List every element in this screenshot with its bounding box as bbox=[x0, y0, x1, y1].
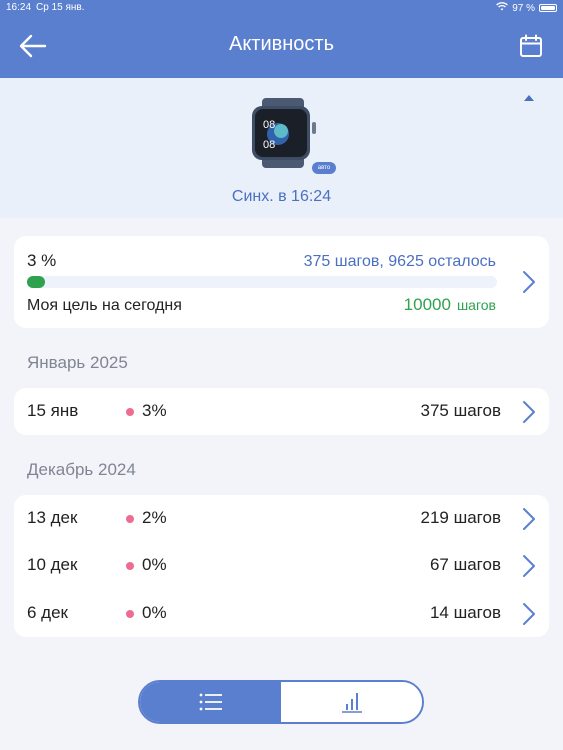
goal-steps-remaining: 375 шагов, 9625 осталось bbox=[303, 253, 496, 270]
calendar-button[interactable] bbox=[519, 34, 543, 58]
goal-label: Моя цель на сегодня bbox=[27, 297, 182, 314]
svg-text:08: 08 bbox=[263, 119, 275, 131]
wifi-icon bbox=[496, 2, 509, 14]
day-steps: 14 шагов bbox=[429, 603, 501, 622]
day-list-january: 15 янв 3% 375 шагов bbox=[14, 388, 549, 435]
chevron-right-icon bbox=[523, 603, 535, 625]
battery-icon bbox=[539, 4, 557, 12]
goal-target-value: 10000 bbox=[403, 295, 451, 314]
auto-badge: авто bbox=[312, 162, 336, 174]
status-time: 16:24 bbox=[6, 2, 32, 13]
app-header: 16:24 Ср 15 янв. 97 % Активность bbox=[0, 0, 563, 78]
sync-status: Синх. в 16:24 bbox=[231, 188, 332, 205]
device-panel: 08 08 авто Синх. в 16:24 bbox=[0, 78, 563, 218]
goal-target-unit: шагов bbox=[456, 297, 496, 313]
smartwatch-image: 08 08 bbox=[248, 98, 320, 168]
day-date: 15 янв bbox=[27, 401, 79, 420]
svg-text:08: 08 bbox=[263, 139, 275, 151]
day-steps: 67 шагов bbox=[429, 555, 501, 574]
bottom-bar bbox=[0, 660, 563, 750]
status-date: Ср 15 янв. bbox=[36, 2, 85, 13]
status-dot bbox=[126, 610, 134, 618]
status-dot bbox=[126, 515, 134, 523]
day-percent: 2% bbox=[142, 508, 167, 527]
day-percent: 3% bbox=[142, 401, 167, 420]
day-row[interactable]: 6 дек 0% 14 шагов bbox=[14, 590, 549, 637]
battery-percent: 97 % bbox=[512, 2, 535, 14]
view-toggle bbox=[138, 680, 424, 724]
bar-chart-icon bbox=[341, 693, 362, 713]
day-date: 10 дек bbox=[27, 555, 78, 574]
day-steps: 375 шагов bbox=[420, 401, 502, 420]
day-steps: 219 шагов bbox=[420, 508, 502, 527]
chevron-right-icon bbox=[523, 555, 535, 577]
day-date: 13 дек bbox=[27, 508, 78, 527]
status-dot bbox=[126, 562, 134, 570]
chevron-right-icon bbox=[523, 271, 535, 293]
chevron-right-icon bbox=[523, 508, 535, 530]
goal-progress-fill bbox=[27, 276, 45, 288]
day-date: 6 дек bbox=[27, 603, 68, 622]
collapse-arrow-icon[interactable] bbox=[524, 95, 534, 101]
section-title-december: Декабрь 2024 bbox=[27, 460, 136, 479]
daily-goal-card[interactable]: 3 % 375 шагов, 9625 осталось Моя цель на… bbox=[14, 236, 549, 328]
day-percent: 0% bbox=[142, 603, 167, 622]
day-row[interactable]: 15 янв 3% 375 шагов bbox=[14, 388, 549, 435]
day-list-december: 13 дек 2% 219 шагов 10 дек 0% 67 шагов 6… bbox=[14, 495, 549, 637]
day-percent: 0% bbox=[142, 555, 167, 574]
chart-view-tab[interactable] bbox=[281, 682, 422, 722]
goal-target: 10000 шагов bbox=[404, 295, 496, 315]
list-view-tab[interactable] bbox=[140, 682, 281, 722]
status-right: 97 % bbox=[496, 2, 557, 14]
goal-percent: 3 % bbox=[27, 251, 57, 270]
goal-progress-bar bbox=[27, 276, 497, 288]
page-title: Активность bbox=[228, 33, 335, 55]
calendar-icon bbox=[520, 34, 542, 57]
day-row[interactable]: 13 дек 2% 219 шагов bbox=[14, 495, 549, 542]
list-icon bbox=[199, 693, 222, 711]
day-row[interactable]: 10 дек 0% 67 шагов bbox=[14, 542, 549, 589]
chevron-right-icon bbox=[523, 401, 535, 423]
section-title-january: Январь 2025 bbox=[27, 353, 128, 372]
status-dot bbox=[126, 408, 134, 416]
